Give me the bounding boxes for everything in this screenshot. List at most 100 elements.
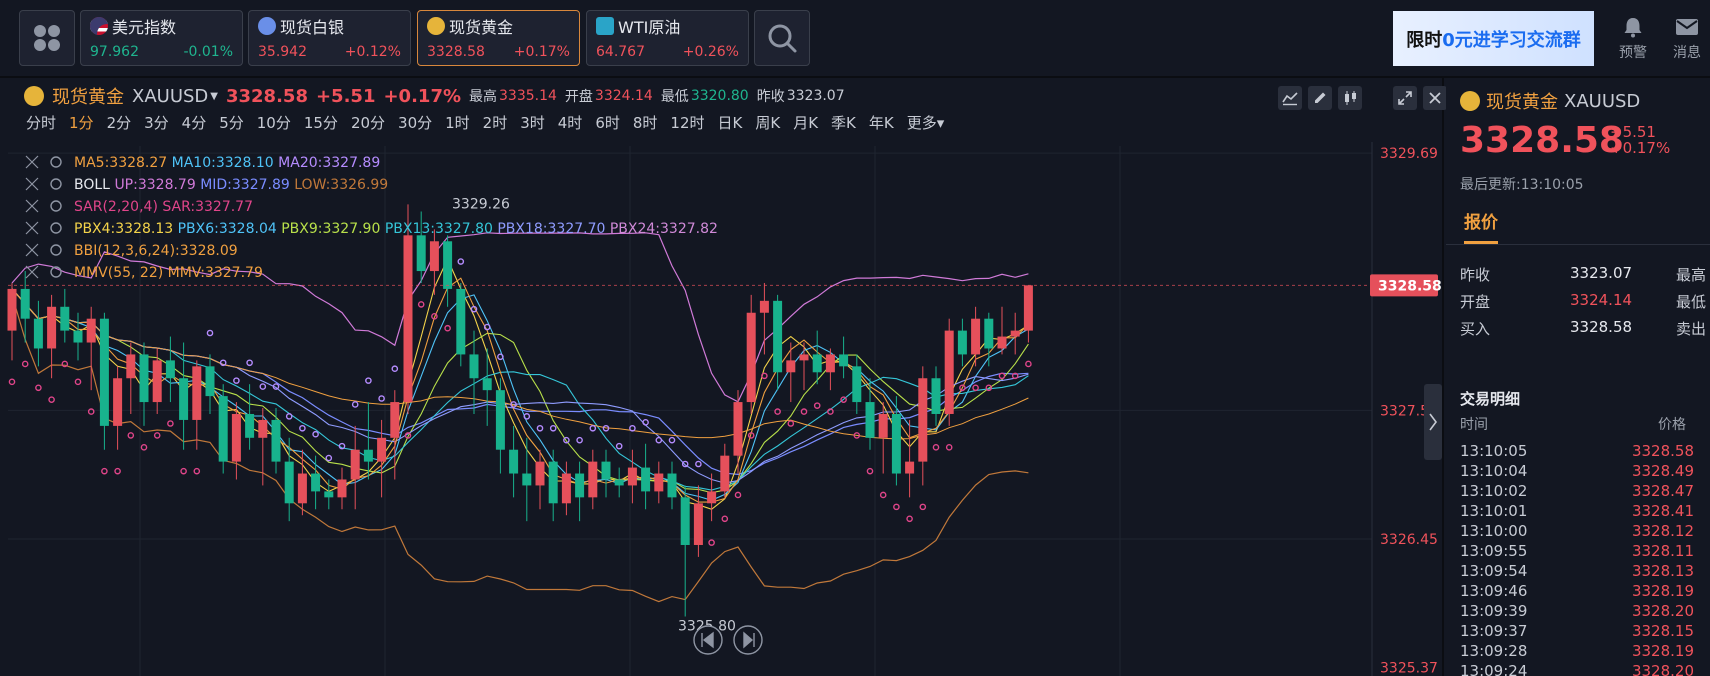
tab-quote[interactable]: 报价	[1464, 208, 1498, 244]
candle-body[interactable]	[7, 288, 17, 331]
period-1[interactable]: 1分	[69, 112, 94, 136]
candle-body[interactable]	[179, 378, 189, 420]
candle-body[interactable]	[522, 473, 532, 486]
period-15[interactable]: 8时	[633, 112, 658, 136]
candle-body[interactable]	[429, 241, 439, 272]
candle-body[interactable]	[350, 449, 360, 480]
candle-body[interactable]	[971, 318, 981, 355]
indicator-tool-button[interactable]	[1278, 86, 1302, 110]
candle-body[interactable]	[680, 497, 690, 545]
candle-body[interactable]	[324, 491, 334, 498]
candle-body[interactable]	[839, 354, 849, 367]
candle-body[interactable]	[126, 354, 136, 379]
period-3[interactable]: 3分	[144, 112, 169, 136]
candle-body[interactable]	[931, 378, 941, 414]
candle-body[interactable]	[614, 479, 624, 486]
candle-body[interactable]	[113, 378, 123, 426]
period-22[interactable]: 更多▾	[907, 112, 945, 136]
hide-indicator-icon[interactable]	[25, 177, 39, 191]
period-9[interactable]: 30分	[398, 112, 432, 136]
candle-body[interactable]	[773, 300, 783, 373]
candle-body[interactable]	[60, 306, 70, 331]
period-13[interactable]: 4时	[558, 112, 583, 136]
period-6[interactable]: 10分	[257, 112, 291, 136]
candle-body[interactable]	[443, 241, 453, 289]
candle-body[interactable]	[852, 366, 862, 403]
period-19[interactable]: 月K	[793, 112, 818, 136]
settings-gear-icon[interactable]	[50, 156, 62, 168]
period-10[interactable]: 1时	[445, 112, 470, 136]
candle-body[interactable]	[693, 503, 703, 545]
candle-body[interactable]	[601, 461, 611, 480]
candle-body[interactable]	[707, 491, 717, 504]
candle-type-button[interactable]	[1338, 86, 1362, 110]
candle-body[interactable]	[905, 461, 915, 474]
settings-gear-icon[interactable]	[50, 222, 62, 234]
candle-body[interactable]	[641, 467, 651, 492]
quote-card-wti[interactable]: WTI原油 64.767 +0.26%	[586, 10, 749, 66]
candle-body[interactable]	[390, 402, 400, 438]
candle-body[interactable]	[548, 461, 558, 504]
candle-body[interactable]	[918, 378, 928, 462]
candle-body[interactable]	[561, 473, 571, 504]
period-2[interactable]: 2分	[107, 112, 132, 136]
candle-body[interactable]	[469, 354, 479, 379]
candle-body[interactable]	[575, 473, 585, 498]
settings-gear-icon[interactable]	[50, 244, 62, 256]
candle-body[interactable]	[535, 461, 545, 486]
candle-body[interactable]	[271, 419, 281, 462]
candle-body[interactable]	[245, 413, 255, 438]
quote-card-silver[interactable]: 现货白银 35.942 +0.12%	[248, 10, 411, 66]
candle-body[interactable]	[825, 354, 835, 373]
draw-tool-button[interactable]	[1308, 86, 1332, 110]
candle-body[interactable]	[73, 330, 83, 343]
candle-body[interactable]	[1023, 285, 1033, 331]
candle-body[interactable]	[297, 473, 307, 504]
hide-indicator-icon[interactable]	[25, 199, 39, 213]
candle-body[interactable]	[20, 288, 30, 319]
candlestick-chart[interactable]: 3329.693327.533326.453325.373328.583329.…	[0, 142, 1442, 676]
candle-body[interactable]	[139, 354, 149, 403]
period-17[interactable]: 日K	[718, 112, 743, 136]
candle-body[interactable]	[984, 318, 994, 349]
candle-body[interactable]	[165, 360, 175, 379]
candle-body[interactable]	[377, 437, 387, 462]
quote-card-usd-index[interactable]: 美元指数 97.962 -0.01%	[80, 10, 243, 66]
candle-body[interactable]	[654, 473, 664, 492]
collapse-panel-tab[interactable]	[1424, 384, 1442, 460]
candle-body[interactable]	[284, 461, 294, 504]
candle-body[interactable]	[482, 378, 492, 391]
candle-body[interactable]	[152, 360, 162, 403]
period-20[interactable]: 季K	[831, 112, 856, 136]
candle-body[interactable]	[205, 366, 215, 397]
candle-body[interactable]	[495, 390, 505, 450]
period-16[interactable]: 12时	[670, 112, 704, 136]
hide-indicator-icon[interactable]	[25, 155, 39, 169]
candle-body[interactable]	[33, 318, 43, 349]
candle-body[interactable]	[363, 449, 373, 462]
alert-button[interactable]: 预警	[1608, 14, 1658, 62]
chart-instrument-name[interactable]: 现货黄金	[52, 83, 124, 109]
candle-body[interactable]	[786, 360, 796, 373]
candle-body[interactable]	[588, 461, 598, 498]
candle-body[interactable]	[86, 318, 96, 343]
candle-body[interactable]	[733, 402, 743, 456]
settings-gear-icon[interactable]	[50, 200, 62, 212]
message-button[interactable]: 消息	[1662, 14, 1710, 62]
candle-body[interactable]	[456, 288, 466, 355]
promo-banner[interactable]: 限时 0元进学习交流群	[1393, 11, 1594, 66]
candle-body[interactable]	[99, 318, 109, 426]
candle-body[interactable]	[1010, 330, 1020, 337]
candle-body[interactable]	[759, 300, 769, 313]
period-14[interactable]: 6时	[595, 112, 620, 136]
period-18[interactable]: 周K	[755, 112, 780, 136]
candle-body[interactable]	[231, 413, 241, 462]
candle-body[interactable]	[311, 473, 321, 492]
chart-symbol[interactable]: XAUUSD	[132, 86, 208, 107]
hide-indicator-icon[interactable]	[25, 243, 39, 257]
candle-body[interactable]	[891, 413, 901, 474]
period-21[interactable]: 年K	[869, 112, 894, 136]
period-12[interactable]: 3时	[520, 112, 545, 136]
quote-card-gold[interactable]: 现货黄金 3328.58 +0.17%	[417, 10, 580, 66]
chevron-down-icon[interactable]: ▼	[210, 91, 218, 102]
